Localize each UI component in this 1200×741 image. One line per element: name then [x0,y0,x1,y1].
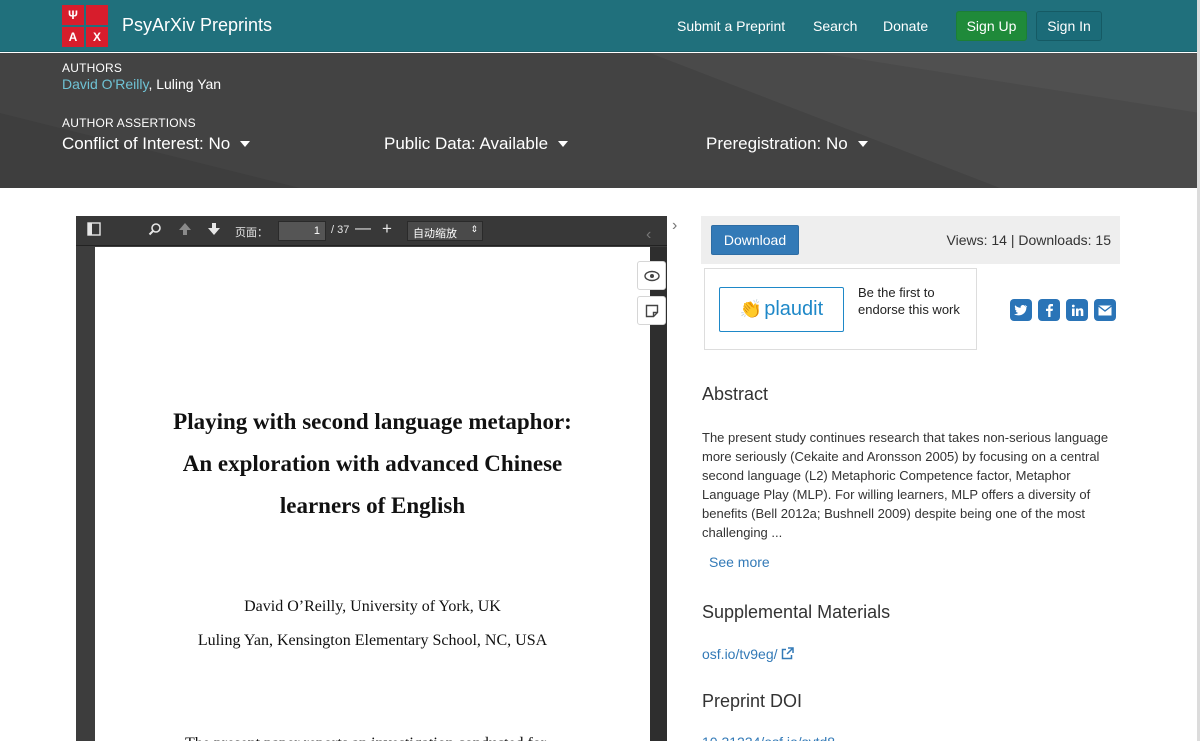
author-link[interactable]: David O'Reilly [62,76,148,92]
page-number-input[interactable]: 1 [278,221,326,241]
clapping-hands-icon: 👏 [739,299,763,319]
author-assertions-label: AUTHOR ASSERTIONS [62,116,196,130]
previous-page-icon[interactable] [178,222,192,239]
assertion-label: Preregistration: No [706,134,848,153]
supplemental-link-text: osf.io/tv9eg/ [702,646,778,662]
paper-body-line: The present paper reports an investigati… [185,735,565,741]
doi-link[interactable]: 10.31234/osf.io/svtd8 [702,734,835,741]
pdf-toolbar: 页面： 1 / 37 — + 自动缩放 ⇕ [76,216,667,246]
supplemental-materials-heading: Supplemental Materials [702,602,891,622]
logo-cell [86,5,108,25]
abstract-text: The present study continues research tha… [702,430,1109,540]
comment-button[interactable] [637,296,666,325]
caret-down-icon [558,141,569,147]
title-line: An exploration with advanced Chinese [182,451,563,476]
see-more-link[interactable]: See more [709,554,770,570]
plaudit-endorse-button[interactable]: 👏 plaudit [719,287,844,332]
psyarxiv-logo[interactable]: Ψ A X [62,5,108,47]
abstract-heading: Abstract [702,384,769,404]
view-download-stats: Views: 14 | Downloads: 15 [946,232,1111,248]
page-label: 页面： [235,227,268,239]
caret-down-icon [857,141,868,147]
nav-submit-preprint[interactable]: Submit a Preprint [677,18,785,34]
preprint-doi-heading: Preprint DOI [702,691,803,711]
download-button[interactable]: Download [711,225,799,255]
preprint-header: AUTHORS David O'Reilly, Luling Yan AUTHO… [0,53,1200,188]
next-page-icon[interactable] [207,222,221,239]
public-data-dropdown[interactable]: Public Data: Available [384,134,569,154]
paper-author-line: David O’Reilly, University of York, UK [244,598,501,615]
plaudit-prompt: Be the first to endorse this work [858,285,960,317]
sticky-note-icon [645,304,658,317]
paper-author-line: Luling Yan, Kensington Elementary School… [197,632,548,649]
zoom-in-icon[interactable]: + [382,219,392,239]
paper-title: Playing with second language metaphor: A… [95,401,650,527]
twitter-icon[interactable] [1010,299,1032,321]
sign-in-button[interactable]: Sign In [1036,11,1102,41]
page-total: / 37 [331,224,350,236]
authors-list: David O'Reilly, Luling Yan [62,76,221,92]
share-bar: Download Views: 14 | Downloads: 15 [701,216,1120,264]
title-line: Playing with second language metaphor: [173,409,572,434]
caret-down-icon [240,141,251,147]
logo-cell: A [62,27,84,47]
chevron-left-icon[interactable]: ‹ [646,226,651,244]
navbar: Ψ A X PsyArXiv Preprints Submit a Prepri… [0,0,1200,52]
search-icon[interactable] [148,222,162,239]
zoom-value: 自动缩放 [413,228,457,240]
updown-icon: ⇕ [470,224,478,234]
logo-cell: X [86,27,108,47]
email-icon[interactable] [1094,299,1116,321]
facebook-icon[interactable] [1038,299,1060,321]
logo-cell: Ψ [62,5,84,25]
view-toggle-button[interactable] [637,261,666,290]
preregistration-dropdown[interactable]: Preregistration: No [706,134,868,154]
title-line: learners of English [279,493,466,518]
sign-up-button[interactable]: Sign Up [956,11,1027,41]
assertion-label: Public Data: Available [384,134,549,153]
assertion-label: Conflict of Interest: No [62,134,231,153]
zoom-out-icon[interactable]: — [355,220,371,238]
author-name: Luling Yan [156,76,222,92]
conflict-of-interest-dropdown[interactable]: Conflict of Interest: No [62,134,251,154]
nav-search[interactable]: Search [813,18,857,34]
external-link-icon [782,647,795,660]
authors-label: AUTHORS [62,61,123,75]
plaudit-widget: 👏 plaudit Be the first to endorse this w… [704,268,977,350]
linkedin-icon[interactable] [1066,299,1088,321]
plaudit-logo-text: plaudit [764,298,824,320]
chevron-right-icon[interactable]: › [672,217,677,235]
pdf-viewer: 页面： 1 / 37 — + 自动缩放 ⇕ Playing with secon… [76,216,667,741]
eye-icon [643,270,660,281]
pdf-page: Playing with second language metaphor: A… [95,247,650,741]
nav-donate[interactable]: Donate [883,18,928,34]
brand-name[interactable]: PsyArXiv Preprints [122,15,272,36]
zoom-select[interactable]: 自动缩放 ⇕ [407,221,483,241]
sidebar-toggle-icon[interactable] [87,222,101,239]
supplemental-link[interactable]: osf.io/tv9eg/ [702,646,795,662]
